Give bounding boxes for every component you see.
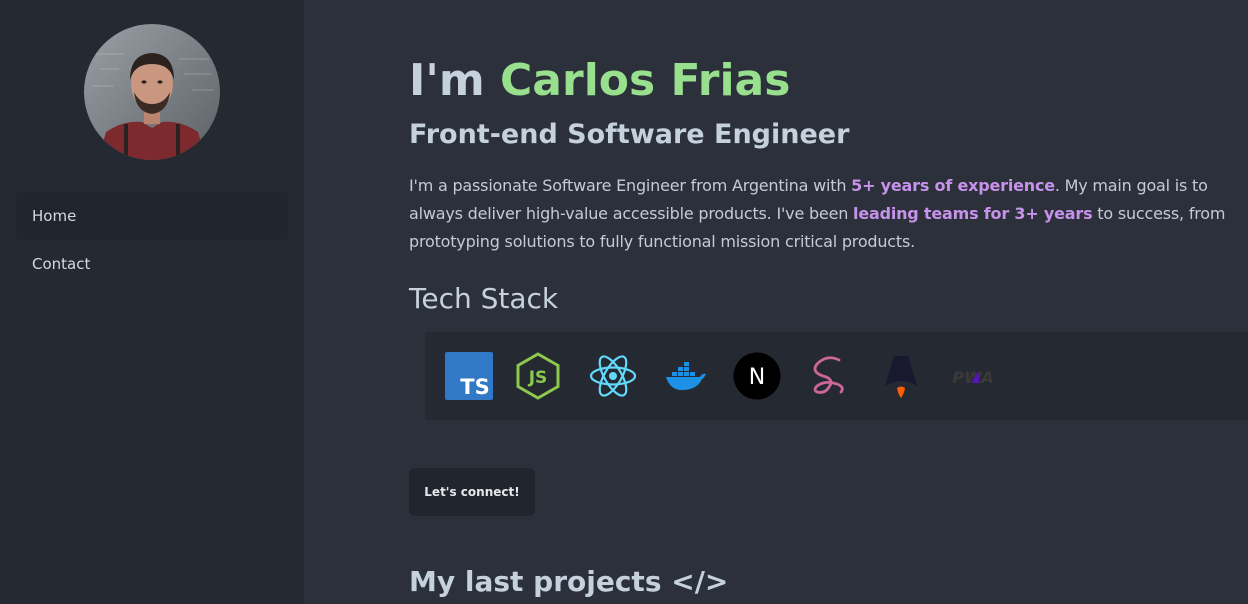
docker-icon (662, 352, 710, 400)
page: Home Contact I'm Carlos Frias Front-end … (0, 0, 1248, 604)
bio-highlight-leadership: leading teams for 3+ years (853, 204, 1093, 223)
sass-icon (805, 352, 853, 400)
nextjs-icon-label: N (749, 365, 765, 390)
tech-stack-title: Tech Stack (409, 282, 559, 315)
bio-highlight-experience: 5+ years of experience (851, 176, 1055, 195)
role-subtitle: Front-end Software Engineer (409, 119, 850, 150)
bio-paragraph: I'm a passionate Software Engineer from … (409, 172, 1245, 256)
bio-text: I'm a passionate Software Engineer from … (409, 176, 852, 195)
connect-button[interactable]: Let's connect! (409, 468, 535, 516)
sidebar-item-home[interactable]: Home (16, 192, 288, 240)
pwa-icon: PWA (949, 352, 997, 400)
tech-stack-panel: TS JS N PWA (425, 332, 1248, 420)
main-content: I'm Carlos Frias Front-end Software Engi… (409, 0, 1248, 604)
nextjs-icon: N (733, 352, 781, 400)
astro-icon (877, 352, 925, 400)
react-icon (589, 352, 637, 400)
typescript-icon-label: TS (460, 375, 489, 399)
projects-title: My last projects </> (409, 565, 729, 598)
nodejs-icon: JS (514, 352, 562, 400)
sidebar-nav: Home Contact (16, 192, 288, 288)
sidebar-item-contact[interactable]: Contact (16, 240, 288, 288)
pwa-icon-label: PWA (952, 368, 993, 387)
avatar (84, 24, 220, 160)
avatar-photo (84, 24, 220, 160)
typescript-icon: TS (445, 352, 493, 400)
page-title: I'm Carlos Frias (409, 52, 790, 110)
name-highlight: Carlos Frias (500, 55, 791, 106)
sidebar: Home Contact (0, 0, 304, 604)
nodejs-icon-label: JS (528, 368, 548, 388)
greeting: I'm (409, 55, 501, 106)
